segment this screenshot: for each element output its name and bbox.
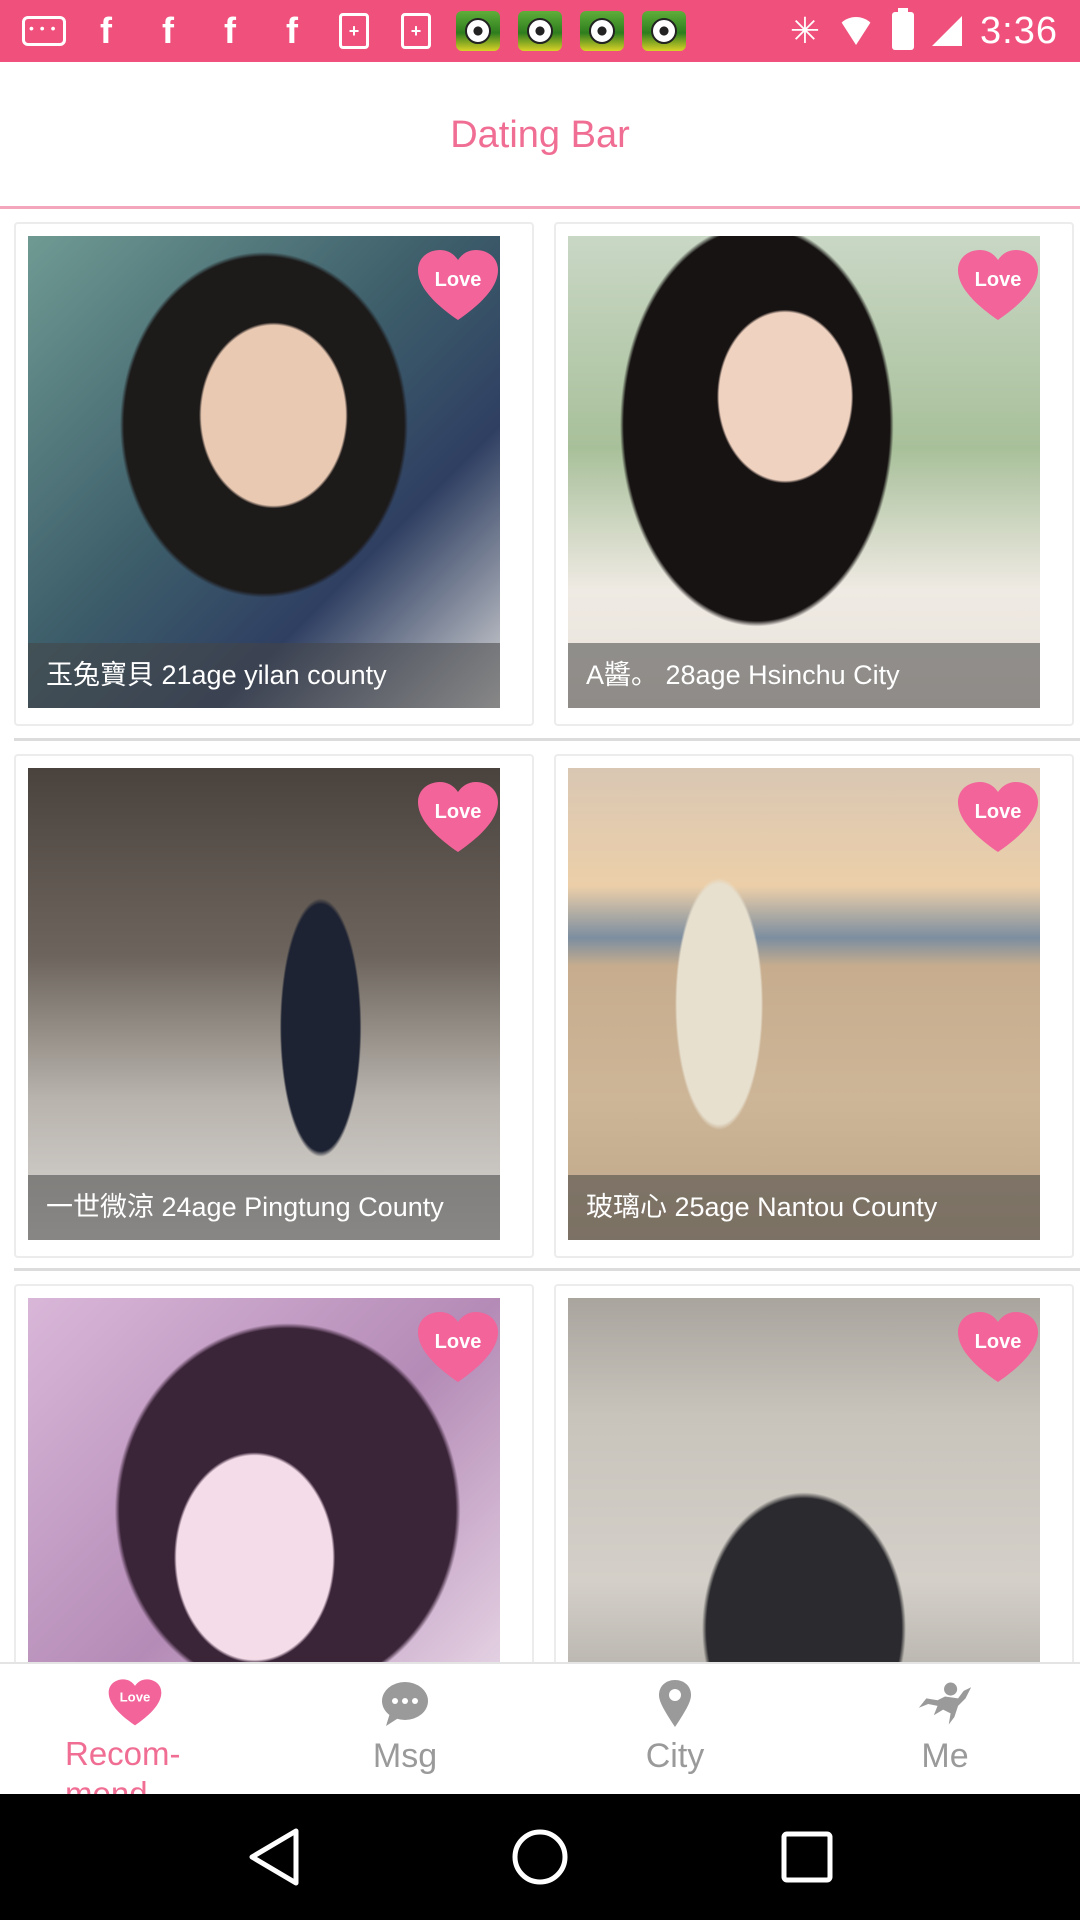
page-title: Dating Bar — [450, 113, 630, 156]
facebook-icon: f — [100, 10, 112, 51]
app-header: Dating Bar — [0, 62, 1080, 208]
profile-photo[interactable]: Love 玉兔寶貝 21age yilan county — [28, 236, 500, 708]
svg-text:Love: Love — [975, 801, 1022, 823]
love-badge-icon[interactable]: Love — [416, 780, 500, 856]
recents-square-icon — [781, 1831, 833, 1883]
location-pin-icon — [647, 1678, 703, 1730]
tab-label: Me — [921, 1737, 969, 1775]
profile-card[interactable]: Love 一世微涼 24age Pingtung County — [14, 754, 534, 1258]
profile-card[interactable]: Love A醬。 28age Hsinchu City — [554, 222, 1074, 726]
facebook-icon: f — [224, 10, 236, 51]
home-circle-icon — [512, 1829, 568, 1885]
profile-card[interactable]: Love 玉兔寶貝 21age yilan county — [14, 222, 534, 726]
tab-me[interactable]: Me — [810, 1664, 1080, 1794]
row-divider — [14, 738, 1080, 741]
profile-caption: 玉兔寶貝 21age yilan county — [28, 643, 500, 708]
profile-row: Love Love — [14, 1284, 1080, 1662]
love-badge-icon[interactable]: Love — [416, 248, 500, 324]
tab-msg[interactable]: Msg — [270, 1664, 540, 1794]
facebook-icon: f — [162, 10, 174, 51]
system-nav-bar — [0, 1794, 1080, 1920]
profile-caption: 一世微涼 24age Pingtung County — [28, 1175, 500, 1240]
back-triangle-icon — [249, 1828, 299, 1886]
svg-text:Love: Love — [435, 269, 482, 291]
svg-text:Love: Love — [975, 1331, 1022, 1353]
calendar-icon: + — [394, 11, 438, 51]
profile-photo[interactable]: Love — [28, 1298, 500, 1662]
status-bar: f f f f + + ✳ 3:36 — [0, 0, 1080, 62]
profile-photo[interactable]: Love 一世微涼 24age Pingtung County — [28, 768, 500, 1240]
tab-city[interactable]: City — [540, 1664, 810, 1794]
wifi-icon — [838, 17, 875, 45]
love-badge-icon[interactable]: Love — [956, 248, 1040, 324]
love-badge-icon[interactable]: Love — [416, 1310, 500, 1386]
love-badge-icon[interactable]: Love — [956, 780, 1040, 856]
profile-card[interactable]: Love 玻璃心 25age Nantou County — [554, 754, 1074, 1258]
profile-grid: Love 玉兔寶貝 21age yilan county Love A醬。 28… — [0, 210, 1080, 1662]
back-button[interactable] — [238, 1822, 308, 1892]
tab-label: Msg — [372, 1737, 438, 1775]
calendar-icon: + — [332, 11, 376, 51]
soccer-game-icon — [642, 11, 686, 51]
battery-icon — [892, 8, 915, 50]
love-heart-icon: Love — [107, 1678, 163, 1728]
facebook-icon: f — [286, 10, 298, 51]
messenger-icon — [22, 11, 66, 51]
soccer-game-icon — [456, 11, 500, 51]
signal-icon — [932, 16, 963, 46]
svg-text:Love: Love — [975, 269, 1022, 291]
profile-caption: A醬。 28age Hsinchu City — [568, 643, 1040, 708]
tab-recommend[interactable]: Love Recom-mend — [0, 1664, 270, 1794]
soccer-game-icon — [580, 11, 624, 51]
svg-text:Love: Love — [435, 801, 482, 823]
cupid-icon — [917, 1678, 973, 1730]
profile-photo[interactable]: Love — [568, 1298, 1040, 1662]
svg-text:Love: Love — [435, 1331, 482, 1353]
profile-photo[interactable]: Love A醬。 28age Hsinchu City — [568, 236, 1040, 708]
tab-label: Recom-mend — [65, 1735, 181, 1794]
bottom-tab-bar: Love Recom-mend Msg City Me — [0, 1662, 1080, 1794]
row-divider — [14, 1268, 1080, 1271]
profile-row: Love 一世微涼 24age Pingtung County Love 玻璃心… — [14, 754, 1080, 1286]
home-button[interactable] — [505, 1822, 575, 1892]
love-badge-icon[interactable]: Love — [956, 1310, 1040, 1386]
bluetooth-icon: ✳ — [789, 10, 821, 51]
tab-label: City — [645, 1737, 705, 1775]
profile-card[interactable]: Love — [554, 1284, 1074, 1662]
svg-text:Love: Love — [120, 1690, 151, 1705]
recents-button[interactable] — [772, 1822, 842, 1892]
soccer-game-icon — [518, 11, 562, 51]
status-time: 3:36 — [980, 9, 1058, 52]
header-divider — [0, 206, 1080, 209]
profile-card[interactable]: Love — [14, 1284, 534, 1662]
chat-bubble-icon — [377, 1678, 433, 1730]
profile-row: Love 玉兔寶貝 21age yilan county Love A醬。 28… — [14, 222, 1080, 754]
profile-photo[interactable]: Love 玻璃心 25age Nantou County — [568, 768, 1040, 1240]
profile-caption: 玻璃心 25age Nantou County — [568, 1175, 1040, 1240]
